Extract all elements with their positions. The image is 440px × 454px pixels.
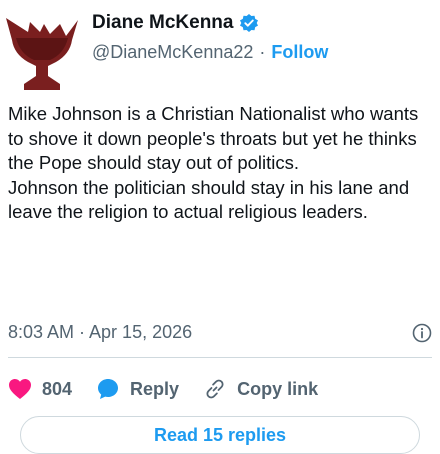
name-row: Diane McKenna — [92, 12, 259, 34]
tweet-header: Diane McKenna @DianeMcKenna22 · Follow — [0, 0, 440, 100]
tweet-meta: 8:03 AM · Apr 15, 2026 — [8, 322, 432, 343]
reply-button[interactable]: Reply — [96, 377, 179, 401]
copy-link-label: Copy link — [237, 378, 319, 399]
tweet-line: Mike Johnson is a Christian Nationalist … — [8, 103, 419, 173]
action-bar: 804 Reply Copy link — [8, 372, 318, 406]
verified-badge-icon — [239, 13, 259, 33]
divider — [8, 357, 432, 358]
display-name[interactable]: Diane McKenna — [92, 12, 233, 34]
read-replies-button[interactable]: Read 15 replies — [20, 416, 420, 454]
timestamp[interactable]: 8:03 AM · Apr 15, 2026 — [8, 322, 192, 343]
reply-label: Reply — [130, 378, 180, 399]
tweet-line: Johnson the politician should stay in hi… — [8, 176, 410, 223]
tweet-card: Diane McKenna @DianeMcKenna22 · Follow M… — [0, 0, 440, 454]
heart-icon — [9, 379, 31, 399]
goblet-avatar-icon — [6, 18, 78, 90]
info-icon[interactable] — [412, 323, 432, 343]
handle-separator: · — [259, 42, 266, 62]
tweet-text: Mike Johnson is a Christian Nationalist … — [8, 102, 434, 225]
copy-link-button[interactable]: Copy link — [203, 377, 318, 401]
avatar[interactable] — [0, 10, 84, 94]
like-count: 804 — [42, 378, 73, 399]
link-icon — [206, 379, 224, 399]
reply-bubble-icon — [98, 379, 119, 399]
handle-row: @DianeMcKenna22 · Follow — [92, 42, 328, 63]
like-button[interactable]: 804 — [8, 378, 72, 400]
handle[interactable]: @DianeMcKenna22 — [92, 42, 253, 63]
follow-button[interactable]: Follow — [271, 42, 328, 63]
